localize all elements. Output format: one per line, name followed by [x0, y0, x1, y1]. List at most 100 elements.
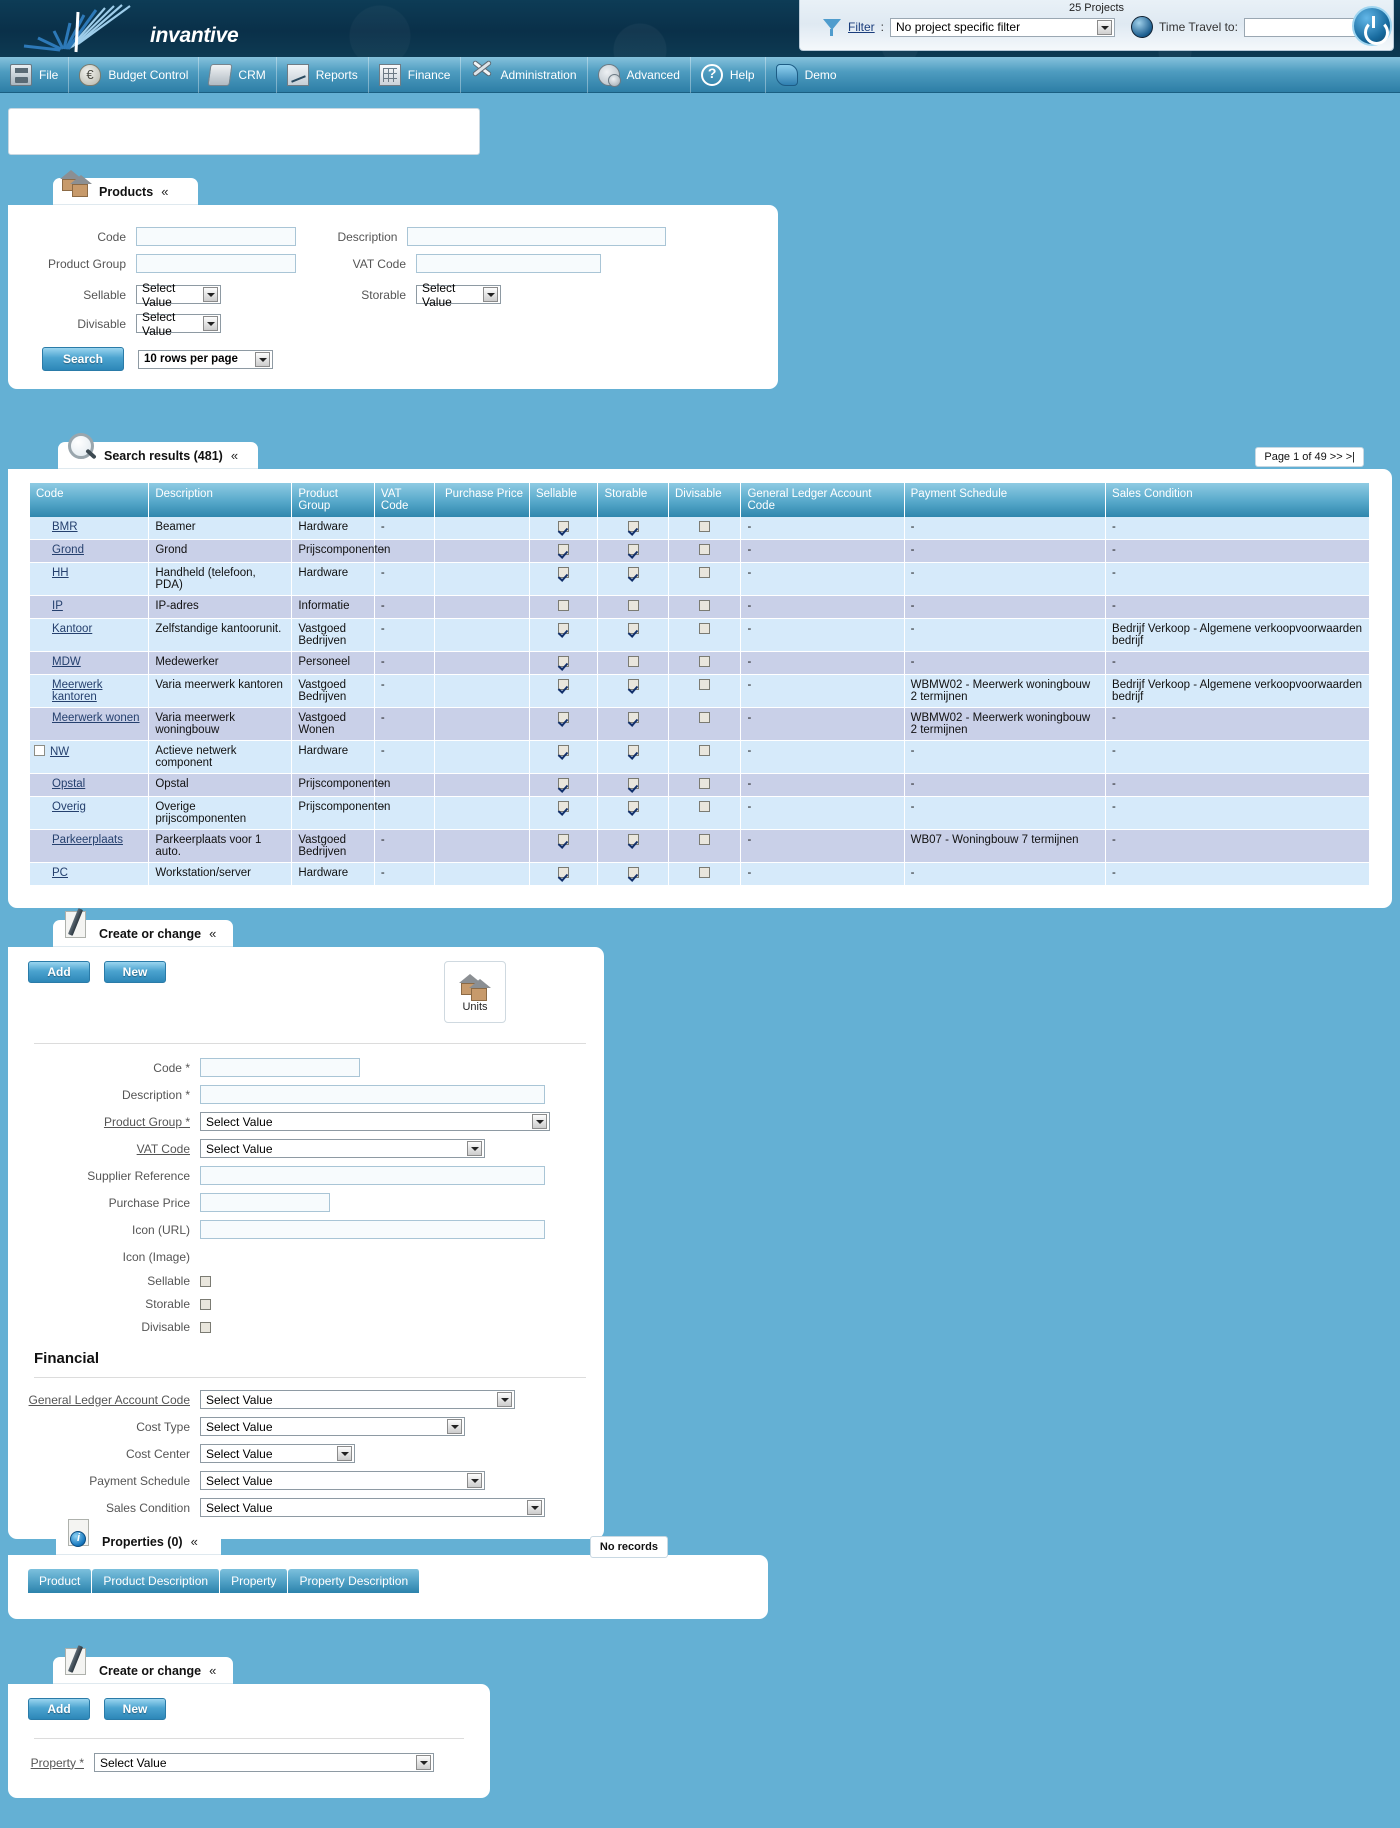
row-code-link[interactable]: MDW — [52, 656, 81, 668]
row-code-link[interactable]: NW — [50, 746, 69, 758]
menu-item-demo[interactable]: Demo — [766, 57, 847, 93]
products-description-input[interactable] — [407, 227, 666, 246]
table-row[interactable]: Opstal Opstal Prijscomponenten - - - - — [30, 773, 1370, 797]
col-code[interactable]: Code — [30, 483, 150, 517]
col-description[interactable]: Description — [148, 483, 293, 517]
menu-item-administration[interactable]: Administration — [461, 56, 588, 93]
table-row[interactable]: Meerwerk kantoren Varia meerwerk kantoren… — [30, 674, 1370, 708]
table-row[interactable]: IP IP-adres Informatie - - - - — [30, 595, 1370, 619]
create-collapse-icon[interactable]: « — [209, 927, 216, 940]
menu-item-finance[interactable]: Finance — [369, 56, 462, 93]
create-divisable-checkbox[interactable] — [200, 1321, 211, 1333]
menu-item-help[interactable]: Help — [691, 56, 766, 93]
create-group-select[interactable]: Select Value — [200, 1112, 550, 1131]
row-code-link[interactable]: PC — [52, 867, 68, 879]
table-row[interactable]: Meerwerk wonen Varia meerwerk woningbouw V… — [30, 707, 1370, 741]
checkbox-checked-icon — [558, 778, 570, 789]
menu-item-crm[interactable]: CRM — [199, 56, 277, 93]
col-payment-schedule[interactable]: Payment Schedule — [904, 483, 1107, 517]
col-purchase-price[interactable]: Purchase Price — [434, 483, 530, 517]
row-code-link[interactable]: Opstal — [52, 778, 85, 790]
new-button[interactable]: New — [104, 961, 166, 983]
col-vat-code[interactable]: VAT Code — [374, 483, 436, 517]
search-button[interactable]: Search — [42, 347, 124, 371]
row-code-link[interactable]: BMR — [52, 521, 78, 533]
checkbox-unchecked-icon — [627, 656, 639, 667]
products-code-input[interactable] — [136, 227, 296, 246]
financial-payment-schedule-select[interactable]: Select Value — [200, 1471, 485, 1490]
table-row[interactable]: HH Handheld (telefoon, PDA) Hardware - - - - — [30, 562, 1370, 596]
products-group-input[interactable] — [136, 254, 296, 273]
col-sellable[interactable]: Sellable — [529, 483, 599, 517]
table-row[interactable]: Parkeerplaats Parkeerplaats voor 1 auto. V… — [30, 829, 1370, 863]
table-row[interactable]: Overig Overige prijscomponenten Prijscompo… — [30, 796, 1370, 830]
products-storable-select[interactable]: Select Value — [416, 281, 501, 309]
property-add-button[interactable]: Add — [28, 1698, 90, 1720]
units-button[interactable]: Units — [444, 961, 506, 1023]
create-code-input[interactable] — [200, 1058, 360, 1077]
create-vat-select[interactable]: Select Value — [200, 1139, 485, 1158]
table-row[interactable]: Kantoor Zelfstandige kantoorunit. Vastgoed… — [30, 618, 1370, 652]
row-select-checkbox[interactable] — [34, 745, 45, 756]
property-new-button[interactable]: New — [104, 1698, 166, 1720]
row-code-link[interactable]: Meerwerk wonen — [52, 712, 140, 724]
menu-item-budget-control[interactable]: Budget Control — [69, 56, 200, 93]
row-code-link[interactable]: HH — [52, 567, 69, 579]
create-purchase-price-input[interactable] — [200, 1193, 330, 1212]
col-product-group[interactable]: Product Group — [291, 483, 375, 517]
products-divisable-select[interactable]: Select Value — [136, 310, 221, 338]
create-storable-checkbox[interactable] — [200, 1298, 211, 1310]
create-description-input[interactable] — [200, 1085, 545, 1104]
row-code-link[interactable]: Meerwerk kantoren — [52, 679, 102, 703]
col-sales-condition[interactable]: Sales Condition — [1105, 483, 1370, 517]
pager-control[interactable]: Page 1 of 49 >> >| — [1255, 447, 1364, 467]
create-icon-url-input[interactable] — [200, 1220, 545, 1239]
table-row[interactable]: PC Workstation/server Hardware - - - - — [30, 862, 1370, 886]
menu-item-reports[interactable]: Reports — [277, 56, 369, 93]
create-supplier-ref-input[interactable] — [200, 1166, 545, 1185]
row-code-link[interactable]: Parkeerplaats — [52, 834, 123, 846]
row-code-link[interactable]: Grond — [52, 544, 84, 556]
col-storable[interactable]: Storable — [597, 483, 669, 517]
products-vat-input[interactable] — [416, 254, 601, 273]
property-create-collapse-icon[interactable]: « — [209, 1664, 216, 1677]
table-row[interactable]: NW Actieve netwerk component Hardware - - - - — [30, 740, 1370, 774]
col-divisable[interactable]: Divisable — [668, 483, 742, 517]
property-select-label: Property * — [28, 1756, 94, 1770]
tab-property-description[interactable]: Property Description — [288, 1569, 421, 1593]
tab-property[interactable]: Property — [220, 1569, 289, 1593]
products-collapse-icon[interactable]: « — [161, 185, 168, 198]
menu-item-file[interactable]: File — [0, 56, 70, 93]
checkbox-checked-icon — [627, 623, 639, 634]
table-row[interactable]: MDW Medewerker Personeel - - - - — [30, 651, 1370, 675]
col-gl-account-code[interactable]: General Ledger Account Code — [740, 483, 905, 517]
tab-product[interactable]: Product — [28, 1569, 93, 1593]
financial-cost-center-select[interactable]: Select Value — [200, 1444, 355, 1463]
cell-storable — [597, 773, 669, 797]
products-sellable-select[interactable]: Select Value — [136, 281, 221, 309]
financial-cost-type-select[interactable]: Select Value — [200, 1417, 465, 1436]
table-row[interactable]: BMR Beamer Hardware - - - - — [30, 517, 1370, 540]
cell-product-group: Prijscomponenten — [291, 796, 390, 830]
create-sellable-checkbox[interactable] — [200, 1275, 211, 1287]
row-code-link[interactable]: IP — [52, 600, 63, 612]
cell-description: Actieve netwerk component — [148, 740, 293, 774]
row-code-link[interactable]: Overig — [52, 801, 86, 813]
add-button[interactable]: Add — [28, 961, 90, 983]
project-filter-select[interactable]: No project specific filter — [890, 17, 1116, 37]
property-select[interactable]: Select Value — [94, 1753, 434, 1772]
property-create-header: Create or change « — [53, 1645, 233, 1684]
menu-item-advanced[interactable]: Advanced — [588, 56, 691, 93]
row-code-link[interactable]: Kantoor — [52, 623, 92, 635]
filter-link[interactable]: Filter — [848, 20, 875, 34]
table-row[interactable]: Grond Grond Prijscomponenten - - - - — [30, 539, 1370, 563]
financial-cost-type-value: Select Value — [206, 1419, 273, 1434]
tab-product-description[interactable]: Product Description — [92, 1569, 221, 1593]
properties-collapse-icon[interactable]: « — [191, 1535, 198, 1548]
power-icon[interactable] — [1352, 6, 1392, 46]
financial-payment-schedule-value: Select Value — [206, 1473, 273, 1488]
financial-gl-select[interactable]: Select Value — [200, 1390, 515, 1409]
results-collapse-icon[interactable]: « — [231, 449, 238, 462]
financial-sales-condition-select[interactable]: Select Value — [200, 1498, 545, 1517]
rows-per-page-select[interactable]: 10 rows per page — [138, 349, 273, 369]
